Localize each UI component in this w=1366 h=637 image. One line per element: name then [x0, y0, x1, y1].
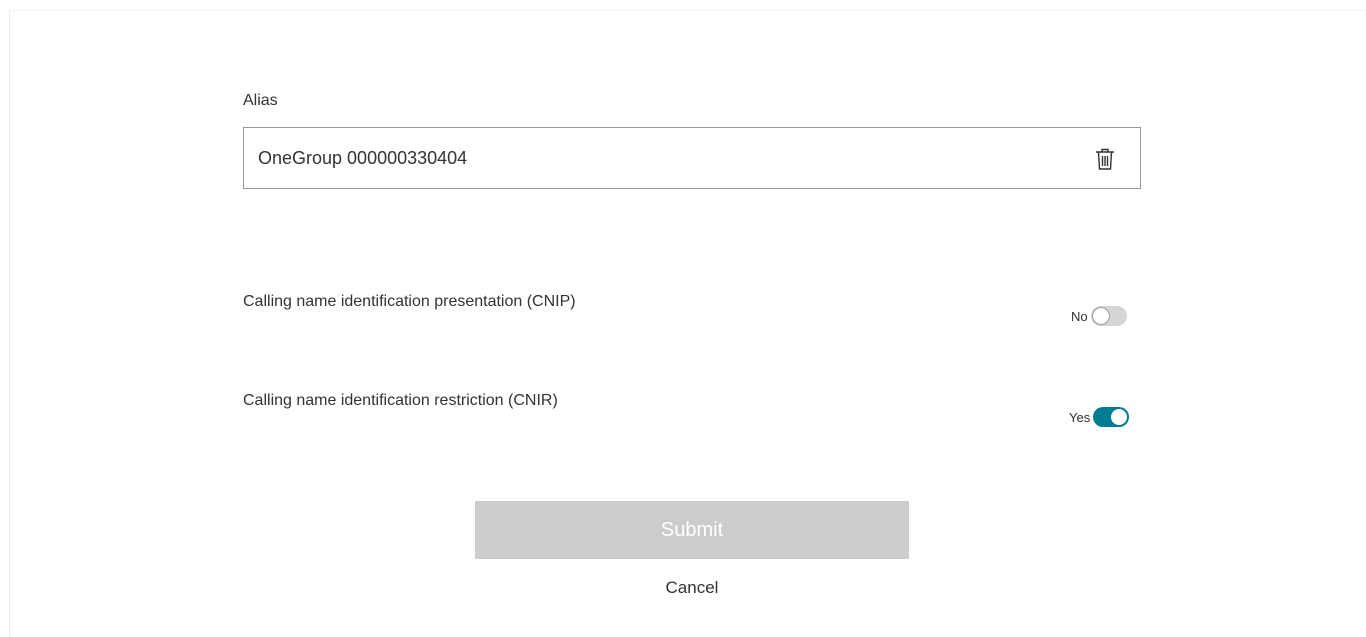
- cnir-toggle[interactable]: [1093, 407, 1130, 427]
- alias-field: [243, 127, 1141, 189]
- submit-button[interactable]: Submit: [475, 501, 909, 559]
- cnip-toggle-group: No: [1071, 306, 1127, 326]
- cnir-toggle-group: Yes: [1069, 407, 1130, 427]
- cancel-link[interactable]: Cancel: [475, 578, 909, 598]
- toggle-knob: [1110, 408, 1129, 426]
- cnip-label: Calling name identification presentation…: [243, 293, 576, 310]
- alias-input[interactable]: [258, 128, 1078, 188]
- cnir-label: Calling name identification restriction …: [243, 392, 558, 409]
- toggle-knob: [1091, 307, 1110, 325]
- cnir-state-text: Yes: [1069, 409, 1091, 425]
- cnip-state-text: No: [1071, 308, 1088, 324]
- alias-label: Alias: [243, 92, 278, 109]
- cnip-toggle[interactable]: [1090, 306, 1127, 326]
- trash-icon[interactable]: [1094, 147, 1116, 171]
